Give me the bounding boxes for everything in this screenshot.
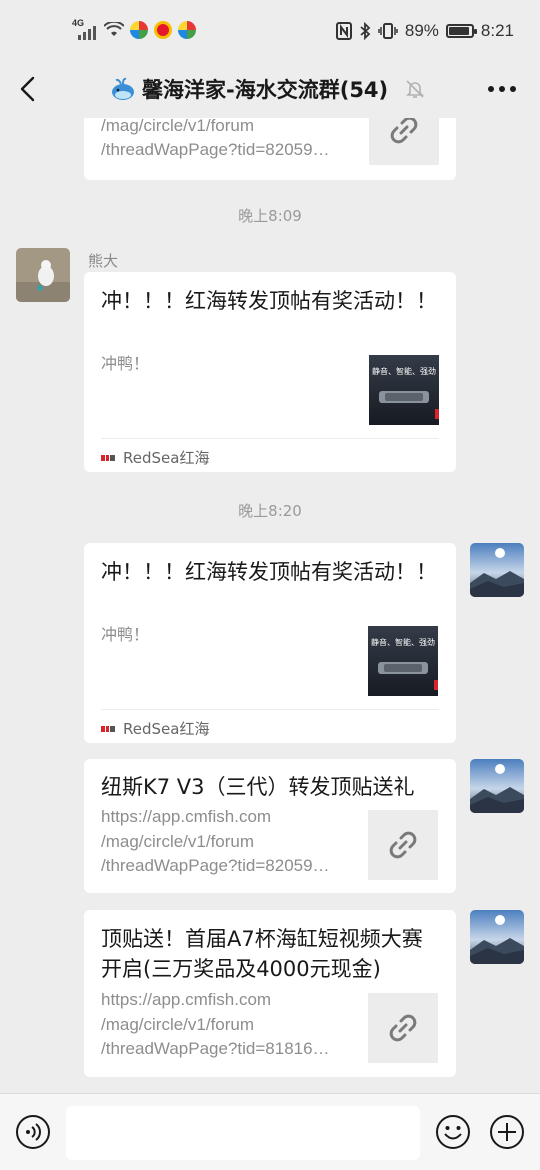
timestamp: 晚上8:09 <box>238 207 302 225</box>
user-avatar-image <box>16 248 70 302</box>
source-name: RedSea红海 <box>123 449 210 467</box>
article-title: 冲！！！红海转发顶帖有奖活动！！ <box>101 560 437 584</box>
thumb-text: 静音、智能、强劲 <box>371 637 435 647</box>
more-functions-icon[interactable] <box>489 1114 525 1150</box>
link-title: 纽斯K7 V3（三代）转发顶贴送礼 <box>101 775 415 799</box>
link-icon <box>389 831 417 859</box>
vibrate-icon <box>378 23 398 39</box>
article-card[interactable]: 冲！！！红海转发顶帖有奖活动！！ 冲鸭！ 静音、智能、强劲 RedSea红海 <box>84 543 456 743</box>
link-title: 顶贴送！首届A7杯海缸短视频大赛开启(三万奖品及4000元现金) <box>101 927 423 981</box>
emoji-icon[interactable] <box>435 1114 471 1150</box>
article-desc: 冲鸭！ <box>101 625 150 644</box>
thumb-text: 静音、智能、强劲 <box>372 366 436 376</box>
battery-icon <box>445 24 477 38</box>
whale-emoji-icon <box>112 77 134 100</box>
weibo-icon <box>154 21 172 39</box>
self-avatar-image <box>470 910 524 964</box>
product-image: 静音、智能、强劲 <box>368 626 438 696</box>
wifi-icon <box>104 22 124 36</box>
chat-header: 馨海洋家-海水交流群(54) <box>0 62 540 118</box>
link-desc-line: /threadWapPage?tid=82059… <box>101 856 330 875</box>
dot-icon <box>499 86 505 92</box>
chat-title-group: 馨海洋家-海水交流群(54) <box>110 74 426 104</box>
article-title: 冲！！！红海转发顶帖有奖活动！！ <box>101 289 437 313</box>
redsea-logo-icon <box>101 453 117 462</box>
article-desc: 冲鸭！ <box>101 354 150 373</box>
back-arrow-icon[interactable] <box>14 74 44 104</box>
muted-bell-icon <box>406 80 425 98</box>
article-card[interactable]: 冲！！！红海转发顶帖有奖活动！！ 冲鸭！ 静音、智能、强劲 RedSea红海 <box>84 272 456 472</box>
bluetooth-icon <box>360 22 371 40</box>
more-options-button[interactable] <box>488 78 518 100</box>
source-name: RedSea红海 <box>123 720 210 738</box>
timestamp: 晚上8:20 <box>238 502 302 520</box>
link-thumb <box>368 993 438 1063</box>
voice-input-icon[interactable] <box>15 1114 51 1150</box>
message-list[interactable]: /mag/circle/v1/forum /threadWapPage?tid=… <box>0 118 540 1093</box>
redsea-logo-icon <box>101 724 117 733</box>
link-card[interactable]: 纽斯K7 V3（三代）转发顶贴送礼 https://app.cmfish.com… <box>84 759 456 893</box>
dot-icon <box>510 86 516 92</box>
link-card-partial[interactable]: /mag/circle/v1/forum /threadWapPage?tid=… <box>84 118 456 180</box>
self-avatar-image <box>470 759 524 813</box>
link-desc-line: https://app.cmfish.com <box>101 807 272 826</box>
battery-percent: 89% <box>404 21 439 40</box>
cellular-signal-icon: 4G <box>72 18 98 40</box>
avatar-self[interactable] <box>470 543 524 597</box>
status-bar: 4G 89% 8:21 <box>0 0 540 62</box>
card-divider <box>101 438 439 439</box>
article-source: RedSea红海 <box>101 447 209 468</box>
link-thumb <box>368 810 438 880</box>
link-desc-line: https://app.cmfish.com <box>101 990 272 1009</box>
card-divider <box>101 709 439 710</box>
app-notification-icon <box>130 21 148 39</box>
link-icon <box>390 118 418 144</box>
chat-title: 馨海洋家-海水交流群(54) <box>142 78 389 102</box>
link-desc-line: /mag/circle/v1/forum <box>101 1015 255 1034</box>
link-desc-line: /mag/circle/v1/forum <box>101 832 255 851</box>
clock: 8:21 <box>480 21 514 40</box>
nfc-icon <box>335 22 352 40</box>
avatar-self[interactable] <box>470 759 524 813</box>
link-thumb <box>369 118 439 165</box>
status-left: 4G <box>72 18 196 40</box>
link-card[interactable]: 顶贴送！首届A7杯海缸短视频大赛开启(三万奖品及4000元现金) https:/… <box>84 910 456 1077</box>
self-avatar-image <box>470 543 524 597</box>
app-notification-icon-2 <box>178 21 196 39</box>
article-source: RedSea红海 <box>101 718 209 739</box>
avatar-self[interactable] <box>470 910 524 964</box>
avatar-xiongda[interactable] <box>16 248 70 302</box>
message-input[interactable] <box>66 1106 420 1160</box>
dot-icon <box>488 86 494 92</box>
sender-name: 熊大 <box>88 252 119 270</box>
link-card-desc-line: /threadWapPage?tid=82059… <box>101 140 330 159</box>
status-right: 89% 8:21 <box>335 21 514 41</box>
article-thumbnail: 静音、智能、强劲 <box>368 626 438 696</box>
input-bar <box>0 1093 540 1170</box>
link-icon <box>389 1014 417 1042</box>
article-thumbnail: 静音、智能、强劲 <box>369 355 439 425</box>
link-card-desc-line: /mag/circle/v1/forum <box>101 118 255 135</box>
link-desc-line: /threadWapPage?tid=81816… <box>101 1039 330 1058</box>
product-image: 静音、智能、强劲 <box>369 355 439 425</box>
